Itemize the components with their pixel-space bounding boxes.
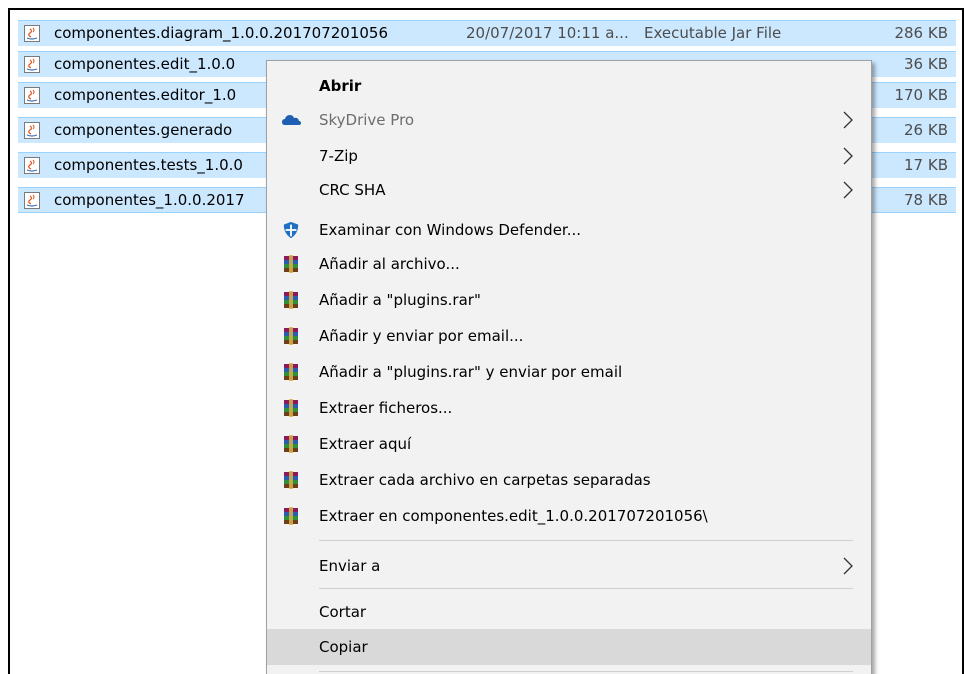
menu-item-label: Copiar — [319, 638, 368, 656]
chevron-right-icon — [843, 111, 853, 129]
menu-item-label: Añadir a "plugins.rar" — [319, 291, 481, 309]
winrar-books-icon — [284, 363, 298, 381]
frame-left-border — [8, 8, 10, 674]
file-name: componentes.editor_1.0 — [54, 86, 237, 104]
menu-item-label: Añadir y enviar por email... — [319, 327, 524, 345]
file-name: componentes_1.0.0.2017 — [54, 191, 245, 209]
menu-item-label: Añadir al archivo... — [319, 255, 460, 273]
chevron-right-icon — [843, 557, 853, 575]
explorer-window: componentes.diagram_1.0.0.201707201056 2… — [0, 0, 964, 674]
menu-item-label: Enviar a — [319, 557, 381, 575]
menu-item-windows-defender[interactable]: Examinar con Windows Defender... — [267, 213, 871, 247]
context-menu: Abrir SkyDrive Pro 7-Zip CRC SHA Examina… — [266, 60, 872, 674]
menu-item-label: Examinar con Windows Defender... — [319, 221, 582, 239]
jar-file-icon — [24, 56, 40, 73]
chevron-right-icon — [843, 147, 853, 165]
menu-item-extract-files[interactable]: Extraer ficheros... — [267, 391, 871, 425]
menu-item-skydrive-pro[interactable]: SkyDrive Pro — [267, 103, 871, 137]
menu-item-7zip[interactable]: 7-Zip — [267, 139, 871, 173]
jar-file-icon — [24, 157, 40, 174]
windows-defender-icon — [283, 221, 299, 239]
menu-item-extract-here[interactable]: Extraer aquí — [267, 427, 871, 461]
winrar-books-icon — [284, 471, 298, 489]
file-name: componentes.generado — [54, 121, 233, 139]
file-row[interactable]: componentes.diagram_1.0.0.201707201056 2… — [18, 20, 956, 46]
file-name: componentes.edit_1.0.0 — [54, 55, 236, 73]
cloud-icon — [282, 115, 301, 125]
winrar-books-icon — [284, 507, 298, 525]
menu-item-crc-sha[interactable]: CRC SHA — [267, 173, 871, 207]
menu-item-add-to-rar[interactable]: Añadir a "plugins.rar" — [267, 283, 871, 317]
winrar-books-icon — [284, 435, 298, 453]
menu-item-label: CRC SHA — [319, 181, 386, 199]
menu-item-label: Extraer ficheros... — [319, 399, 453, 417]
file-size: 17 KB — [904, 156, 948, 174]
menu-separator — [319, 588, 853, 589]
menu-item-label: Extraer cada archivo en carpetas separad… — [319, 471, 651, 489]
chevron-right-icon — [843, 181, 853, 199]
menu-item-open[interactable]: Abrir — [267, 69, 871, 103]
file-name: componentes.tests_1.0.0 — [54, 156, 243, 174]
menu-item-label: Extraer en componentes.edit_1.0.0.201707… — [319, 507, 708, 525]
file-size: 36 KB — [904, 55, 948, 73]
menu-item-extract-to[interactable]: Extraer en componentes.edit_1.0.0.201707… — [267, 499, 871, 533]
jar-file-icon — [24, 192, 40, 209]
menu-item-label: Extraer aquí — [319, 435, 412, 453]
file-size: 170 KB — [894, 86, 948, 104]
winrar-books-icon — [284, 255, 298, 273]
menu-item-label: 7-Zip — [319, 147, 358, 165]
winrar-books-icon — [284, 327, 298, 345]
file-type: Executable Jar File — [644, 24, 782, 42]
menu-item-label: SkyDrive Pro — [319, 111, 415, 129]
file-size: 78 KB — [904, 191, 948, 209]
menu-item-add-rar-and-email[interactable]: Añadir a "plugins.rar" y enviar por emai… — [267, 355, 871, 389]
menu-separator — [319, 671, 853, 672]
menu-item-cut[interactable]: Cortar — [267, 595, 871, 629]
menu-separator — [319, 540, 853, 541]
file-date: 20/07/2017 10:11 a... — [466, 24, 629, 42]
file-size: 286 KB — [894, 24, 948, 42]
jar-file-icon — [24, 122, 40, 139]
winrar-books-icon — [284, 291, 298, 309]
file-size: 26 KB — [904, 121, 948, 139]
winrar-books-icon — [284, 399, 298, 417]
menu-item-add-and-email[interactable]: Añadir y enviar por email... — [267, 319, 871, 353]
menu-item-copy[interactable]: Copiar — [267, 629, 871, 665]
file-name: componentes.diagram_1.0.0.201707201056 — [54, 24, 388, 42]
frame-top-border — [8, 8, 964, 10]
menu-item-label: Cortar — [319, 603, 367, 621]
menu-item-send-to[interactable]: Enviar a — [267, 549, 871, 583]
menu-item-label: Añadir a "plugins.rar" y enviar por emai… — [319, 363, 623, 381]
menu-item-add-to-archive[interactable]: Añadir al archivo... — [267, 247, 871, 281]
menu-item-extract-each[interactable]: Extraer cada archivo en carpetas separad… — [267, 463, 871, 497]
jar-file-icon — [24, 87, 40, 104]
jar-file-icon — [24, 25, 40, 42]
menu-item-label: Abrir — [319, 77, 362, 95]
